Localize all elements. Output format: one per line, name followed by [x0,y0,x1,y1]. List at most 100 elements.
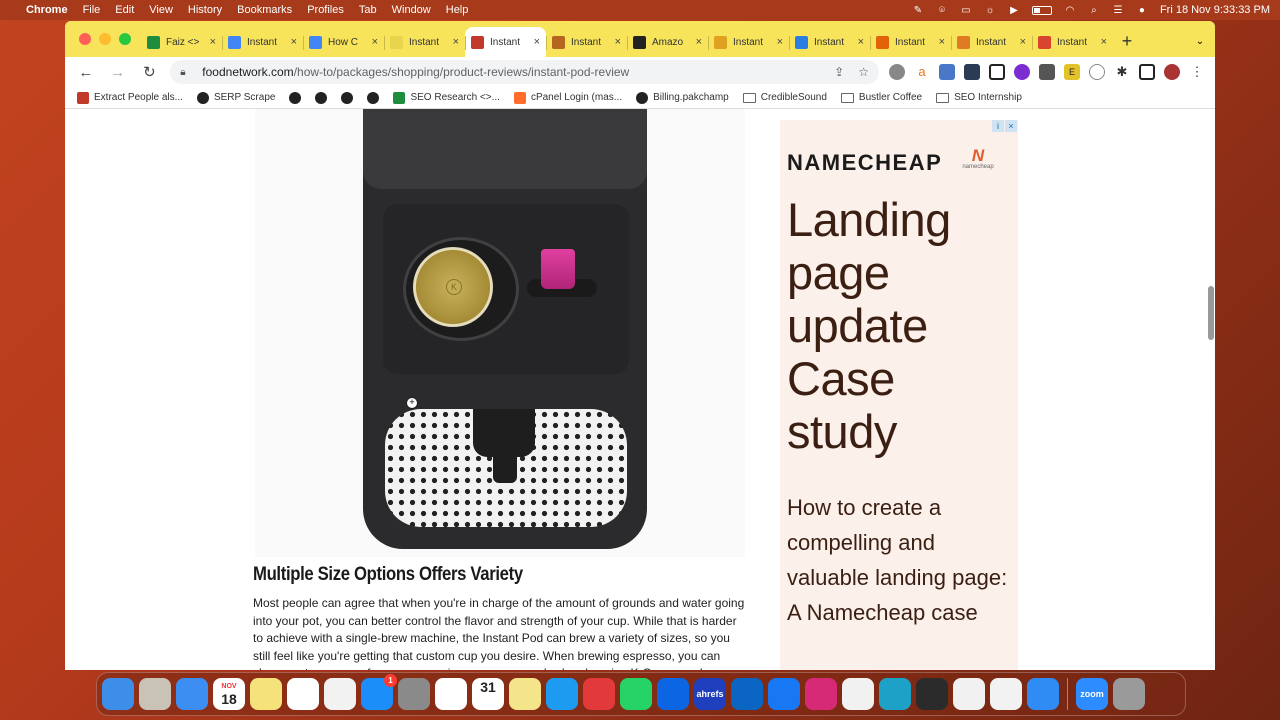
dock-app-edge-icon[interactable] [879,678,911,710]
dock-app-google-calendar-icon[interactable]: 31 [472,678,504,710]
tab-close-icon[interactable]: × [858,36,864,48]
tab-close-icon[interactable]: × [291,36,297,48]
menubar-clock[interactable]: Fri 18 Nov 9:33:33 PM [1160,4,1270,16]
dock-app-trello-icon[interactable] [657,678,689,710]
bookmark-item[interactable] [315,91,328,104]
bookmark-item[interactable]: Bustler Coffee [840,92,922,103]
dock-app-stickies-icon[interactable] [509,678,541,710]
tab-close-icon[interactable]: × [696,36,702,48]
dock-app-calendar-icon[interactable]: NOV 18 [213,678,245,710]
puzzle-extensions-icon[interactable]: ✱ [1113,64,1130,80]
menu-profiles[interactable]: Profiles [307,4,344,16]
tab-close-icon[interactable]: × [615,36,621,48]
address-bar[interactable]: 🔒︎ foodnetwork.com/how-to/packages/shopp… [170,60,879,84]
tab-close-icon[interactable]: × [777,36,783,48]
dock-app-linkedin-icon[interactable] [731,678,763,710]
screen-mirror-icon[interactable]: ▭ [960,5,972,16]
reload-button[interactable]: ↻ [139,63,161,81]
browser-tab[interactable]: Instant × [1032,27,1113,57]
browser-tab[interactable]: Instant × [546,27,627,57]
dock-app-safari-icon[interactable] [1027,678,1059,710]
close-window-button[interactable] [79,33,91,45]
dock-app-system-preferences-icon[interactable] [398,678,430,710]
dock-app-textedit-icon[interactable] [990,678,1022,710]
tab-close-icon[interactable]: × [1020,36,1026,48]
browser-tab[interactable]: Instant × [789,27,870,57]
bookmark-item[interactable]: SEO Research <>... [393,91,500,104]
lock-icon[interactable]: 🔒︎ [180,67,192,78]
dock-app-chrome-icon[interactable] [953,678,985,710]
bookmark-item[interactable]: SERP Scrape [196,91,275,104]
blocked-extension-icon[interactable] [1088,64,1105,80]
brightness-icon[interactable]: ☼ [984,5,996,16]
back-button[interactable]: ← [75,64,97,81]
ad-info-icon[interactable]: i [992,120,1004,132]
spotlight-search-icon[interactable]: ⌕ [1088,5,1100,16]
dock-app-whatsapp-icon[interactable] [620,678,652,710]
ad-close-icon[interactable]: × [1005,120,1017,132]
bookmark-item[interactable]: Extract People als... [77,91,183,104]
wifi-icon[interactable]: ◠ [1064,5,1076,16]
browser-tab[interactable]: Faiz <> × [141,27,222,57]
browser-tab[interactable]: Instant × [222,27,303,57]
browser-tab[interactable]: Instant × [384,27,465,57]
folder-extension-icon[interactable] [963,64,980,80]
tab-close-icon[interactable]: × [534,36,540,48]
ad-choices[interactable]: i × [992,120,1017,132]
pip-extension-icon[interactable] [988,64,1005,80]
browser-tab[interactable]: How C × [303,27,384,57]
play-icon[interactable]: ▶ [1008,5,1020,16]
dock-app-mail-icon[interactable] [176,678,208,710]
more-menu-icon[interactable]: ⋮ [1188,64,1205,80]
bookmark-item[interactable]: CredibleSound [742,92,827,103]
bookmark-item[interactable] [289,91,302,104]
translate-extension-icon[interactable] [938,64,955,80]
feather-icon[interactable]: ✎ [912,5,924,16]
menu-view[interactable]: View [149,4,173,16]
bookmark-item[interactable]: Billing.pakchamp [636,91,729,104]
menu-app-chrome[interactable]: Chrome [26,4,68,16]
namecheap-ad[interactable]: i × NAMECHEAP N namecheap Landing page u… [780,120,1018,670]
browser-tab[interactable]: Amazo × [627,27,708,57]
scrollbar-thumb[interactable] [1208,286,1214,340]
keywords-extension-icon[interactable]: E [1063,64,1080,80]
menu-help[interactable]: Help [446,4,469,16]
new-tab-button[interactable]: + [1113,27,1141,57]
browser-tab[interactable]: Instant × [951,27,1032,57]
globe-extension-icon[interactable] [888,64,905,80]
dock-app-wps-icon[interactable] [583,678,615,710]
browser-tab[interactable]: Instant × [708,27,789,57]
ad-headline[interactable]: Landing page update Case study [787,193,1017,458]
dock-app-lizard-icon[interactable] [916,678,948,710]
menu-bookmarks[interactable]: Bookmarks [237,4,292,16]
dock-app-reminders-icon[interactable] [287,678,319,710]
dock-app-facebook-icon[interactable] [768,678,800,710]
share-icon[interactable]: ⇪ [834,65,844,79]
dock-app-app-store-icon[interactable]: 1 [361,674,397,710]
tab-close-icon[interactable]: × [210,36,216,48]
dock-app-instagram-icon[interactable] [805,678,837,710]
dock-app-slack-icon[interactable] [435,678,467,710]
profile-avatar[interactable] [1163,64,1180,80]
dock-app-twitter-icon[interactable] [546,678,578,710]
bookmark-star-icon[interactable]: ☆ [858,65,869,79]
browser-tab[interactable]: Instant × [465,27,546,57]
battery-icon[interactable] [1031,5,1052,15]
zoom-window-button[interactable] [119,33,131,45]
menu-window[interactable]: Window [392,4,431,16]
bookmark-item[interactable]: cPanel Login (mas... [513,91,622,104]
menu-edit[interactable]: Edit [115,4,134,16]
dock-app-zoom-icon[interactable]: zoom [1076,678,1108,710]
siri-icon[interactable]: ● [1136,5,1148,16]
menu-file[interactable]: File [83,4,101,16]
tab-close-icon[interactable]: × [453,36,459,48]
bookmark-item[interactable] [367,91,380,104]
dock-app-ahrefs-icon[interactable]: ahrefs [694,678,726,710]
dock-app-trash-icon[interactable] [1113,678,1145,710]
page-scrollbar[interactable] [1205,109,1215,670]
menu-history[interactable]: History [188,4,222,16]
dock-app-notes-icon[interactable] [250,678,282,710]
bookmark-item[interactable] [341,91,354,104]
tab-search-chevron-icon[interactable]: ⌄ [1185,27,1215,57]
purple-extension-icon[interactable] [1013,64,1030,80]
